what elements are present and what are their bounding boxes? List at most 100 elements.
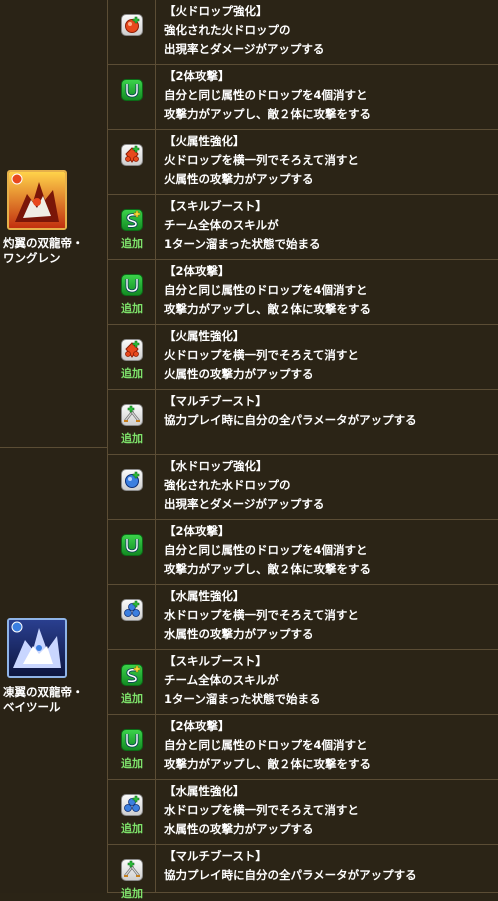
awakening-title: 【スキルブースト】	[164, 654, 267, 668]
monster-cell-wanguren: 灼翼の双龍帝・ ワングレン	[0, 0, 108, 447]
awakening-text: 攻撃力がアップし、敵２体に攻撃をする	[164, 107, 371, 121]
fire-row-enhance-icon[interactable]	[121, 339, 143, 361]
monster-column: 灼翼の双龍帝・ ワングレン 凍翼の双龍帝・ ベイツール	[0, 0, 108, 893]
awakening-text: 協力プレイ時に自分の全パラメータがアップする	[164, 413, 417, 427]
awakening-row: 【水属性強化】 水ドロップを横一列でそろえて消すと 水属性の攻撃力がアップする	[108, 585, 498, 650]
awakening-text: 攻撃力がアップし、敵２体に攻撃をする	[164, 562, 371, 576]
skill-boost-icon[interactable]	[121, 209, 143, 231]
added-badge: 追加	[121, 692, 143, 705]
beitsuru-name: 凍翼の双龍帝・ ベイツール	[3, 685, 107, 715]
beitsuru-name-line2: ベイツール	[3, 700, 61, 714]
awakening-title: 【マルチブースト】	[164, 849, 267, 863]
two-pronged-attack-icon[interactable]	[121, 729, 143, 751]
awakening-icon-cell	[108, 520, 156, 584]
awakening-description: 【水属性強化】 水ドロップを横一列でそろえて消すと 水属性の攻撃力がアップする	[164, 587, 494, 644]
awakening-icon-cell	[108, 0, 156, 64]
awakening-description: 【火ドロップ強化】強化された火ドロップの出現率とダメージがアップする	[164, 2, 494, 59]
awakening-description: 【マルチブースト】協力プレイ時に自分の全パラメータがアップする	[164, 847, 494, 885]
awakening-table: 灼翼の双龍帝・ ワングレン 凍翼の双龍帝・ ベイツール 【火ドロップ強化】 強化…	[0, 0, 498, 900]
added-badge: 追加	[121, 237, 143, 250]
wanguren-name-line2: ワングレン	[3, 251, 61, 265]
awakening-row: 追加 【マルチブースト】協力プレイ時に自分の全パラメータがアップする	[108, 845, 498, 900]
awakening-text: 1ターン溜まった状態で始まる	[164, 237, 321, 251]
awakening-text: 出現率とダメージがアップする	[164, 497, 325, 511]
awakening-icon-cell: 追加	[108, 780, 156, 844]
fire-drop-enhance-icon[interactable]	[121, 14, 143, 36]
awakening-text: 自分と同じ属性のドロップを4個消すと	[164, 543, 368, 557]
wanguren-portrait[interactable]	[7, 170, 67, 230]
awakening-description: 【2体攻撃】自分と同じ属性のドロップを4個消すと 攻撃力がアップし、敵２体に攻撃を…	[164, 522, 494, 579]
awakening-title: 【2体攻撃】	[164, 264, 230, 278]
awakening-row: 追加 【火属性強化】 火ドロップを横一列でそろえて消すと 火属性の攻撃力がアップする	[108, 325, 498, 390]
awakening-description: 【火属性強化】 火ドロップを横一列でそろえて消すと 火属性の攻撃力がアップする	[164, 132, 494, 189]
awakening-text: 協力プレイ時に自分の全パラメータがアップする	[164, 868, 417, 882]
awakening-text: 水属性の攻撃力がアップする	[164, 627, 314, 641]
skill-boost-icon[interactable]	[121, 664, 143, 686]
awakening-text: 自分と同じ属性のドロップを4個消すと	[164, 738, 368, 752]
awakening-description: 【2体攻撃】自分と同じ属性のドロップを4個消すと 攻撃力がアップし、敵２体に攻撃を…	[164, 262, 494, 319]
awakening-text: 出現率とダメージがアップする	[164, 42, 325, 56]
awakening-row: 追加 【スキルブースト】 チーム全体のスキルが 1ターン溜まった状態で始まる	[108, 195, 498, 260]
awakening-description: 【マルチブースト】協力プレイ時に自分の全パラメータがアップする	[164, 392, 494, 430]
awakening-row: 【火属性強化】 火ドロップを横一列でそろえて消すと 火属性の攻撃力がアップする	[108, 130, 498, 195]
beitsuru-portrait[interactable]	[7, 618, 67, 678]
awakening-description: 【スキルブースト】 チーム全体のスキルが 1ターン溜まった状態で始まる	[164, 652, 494, 709]
multi-boost-icon[interactable]	[121, 404, 143, 426]
awakening-text: 自分と同じ属性のドロップを4個消すと	[164, 283, 368, 297]
awakening-title: 【水属性強化】	[164, 784, 245, 798]
multi-boost-icon[interactable]	[121, 859, 143, 881]
awakening-row: 【水ドロップ強化】強化された水ドロップの出現率とダメージがアップする	[108, 455, 498, 520]
awakening-row: 追加 【水属性強化】水ドロップを横一列でそろえて消すと 水属性の攻撃力がアップする	[108, 780, 498, 845]
wanguren-name-line1: 灼翼の双龍帝・	[3, 236, 84, 250]
awakening-description: 【2体攻撃】自分と同じ属性のドロップを4個消すと 攻撃力がアップし、敵２体に攻撃を…	[164, 67, 494, 124]
two-pronged-attack-icon[interactable]	[121, 274, 143, 296]
awakening-title: 【マルチブースト】	[164, 394, 267, 408]
awakening-text: 水属性の攻撃力がアップする	[164, 822, 314, 836]
awakening-text: 水ドロップを横一列でそろえて消すと	[164, 803, 359, 817]
water-drop-enhance-icon[interactable]	[121, 469, 143, 491]
awakening-title: 【2体攻撃】	[164, 719, 230, 733]
awakening-text: 火ドロップを横一列でそろえて消すと	[164, 348, 359, 362]
awakening-text: 攻撃力がアップし、敵２体に攻撃をする	[164, 302, 371, 316]
awakening-title: 【水ドロップ強化】	[164, 459, 268, 473]
monster-cell-beitsuru: 凍翼の双龍帝・ ベイツール	[0, 448, 108, 893]
awakening-icon-cell: 追加	[108, 845, 156, 900]
awakening-text: 自分と同じ属性のドロップを4個消すと	[164, 88, 368, 102]
awakening-description: 【2体攻撃】自分と同じ属性のドロップを4個消すと 攻撃力がアップし、敵２体に攻撃を…	[164, 717, 494, 774]
awakening-text: 1ターン溜まった状態で始まる	[164, 692, 321, 706]
awakening-row: 追加 【2体攻撃】 自分と同じ属性のドロップを4個消すと 攻撃力がアップし、敵２体に攻…	[108, 260, 498, 325]
awakening-icon-cell: 追加	[108, 325, 156, 389]
water-row-enhance-icon[interactable]	[121, 794, 143, 816]
beitsuru-name-line1: 凍翼の双龍帝・	[3, 685, 84, 699]
awakening-row: 【2体攻撃】自分と同じ属性のドロップを4個消すと 攻撃力がアップし、敵２体に攻撃を…	[108, 520, 498, 585]
awakening-text: 強化された火ドロップの	[164, 23, 291, 37]
awakening-icon-cell	[108, 65, 156, 129]
awakening-description: 【水属性強化】水ドロップを横一列でそろえて消すと 水属性の攻撃力がアップする	[164, 782, 494, 839]
awakening-row: 【火ドロップ強化】強化された火ドロップの出現率とダメージがアップする	[108, 0, 498, 65]
awakening-title: 【2体攻撃】	[164, 69, 230, 83]
awakening-text: 火ドロップを横一列でそろえて消すと	[164, 153, 359, 167]
awakening-title: 【火ドロップ強化】	[164, 4, 268, 18]
awakening-icon-cell	[108, 455, 156, 519]
added-badge: 追加	[121, 822, 143, 835]
fire-row-enhance-icon[interactable]	[121, 144, 143, 166]
awakening-description: 【スキルブースト】 チーム全体のスキルが 1ターン溜まった状態で始まる	[164, 197, 494, 254]
awakening-text: 火属性の攻撃力がアップする	[164, 367, 314, 381]
awakening-icon-cell	[108, 585, 156, 649]
awakening-row: 追加 【2体攻撃】 自分と同じ属性のドロップを4個消すと 攻撃力がアップし、敵２体に攻…	[108, 715, 498, 780]
two-pronged-attack-icon[interactable]	[121, 534, 143, 556]
awakening-text: 攻撃力がアップし、敵２体に攻撃をする	[164, 757, 371, 771]
two-pronged-attack-icon[interactable]	[121, 79, 143, 101]
awakening-rows: 【火ドロップ強化】 強化された火ドロップの 出現率とダメージがアップする 【2体攻撃】…	[108, 0, 498, 900]
awakening-icon-cell: 追加	[108, 650, 156, 714]
awakening-text: 強化された水ドロップの	[164, 478, 291, 492]
awakening-description: 【水ドロップ強化】強化された水ドロップの出現率とダメージがアップする	[164, 457, 494, 514]
awakening-title: 【2体攻撃】	[164, 524, 230, 538]
awakening-icon-cell	[108, 130, 156, 194]
awakening-text: チーム全体のスキルが	[164, 673, 279, 687]
added-badge: 追加	[121, 367, 143, 380]
awakening-row: 追加 【マルチブースト】 協力プレイ時に自分の全パラメータがアップする	[108, 390, 498, 455]
water-row-enhance-icon[interactable]	[121, 599, 143, 621]
awakening-icon-cell: 追加	[108, 195, 156, 259]
awakening-row: 追加 【スキルブースト】 チーム全体のスキルが 1ターン溜まった状態で始まる	[108, 650, 498, 715]
